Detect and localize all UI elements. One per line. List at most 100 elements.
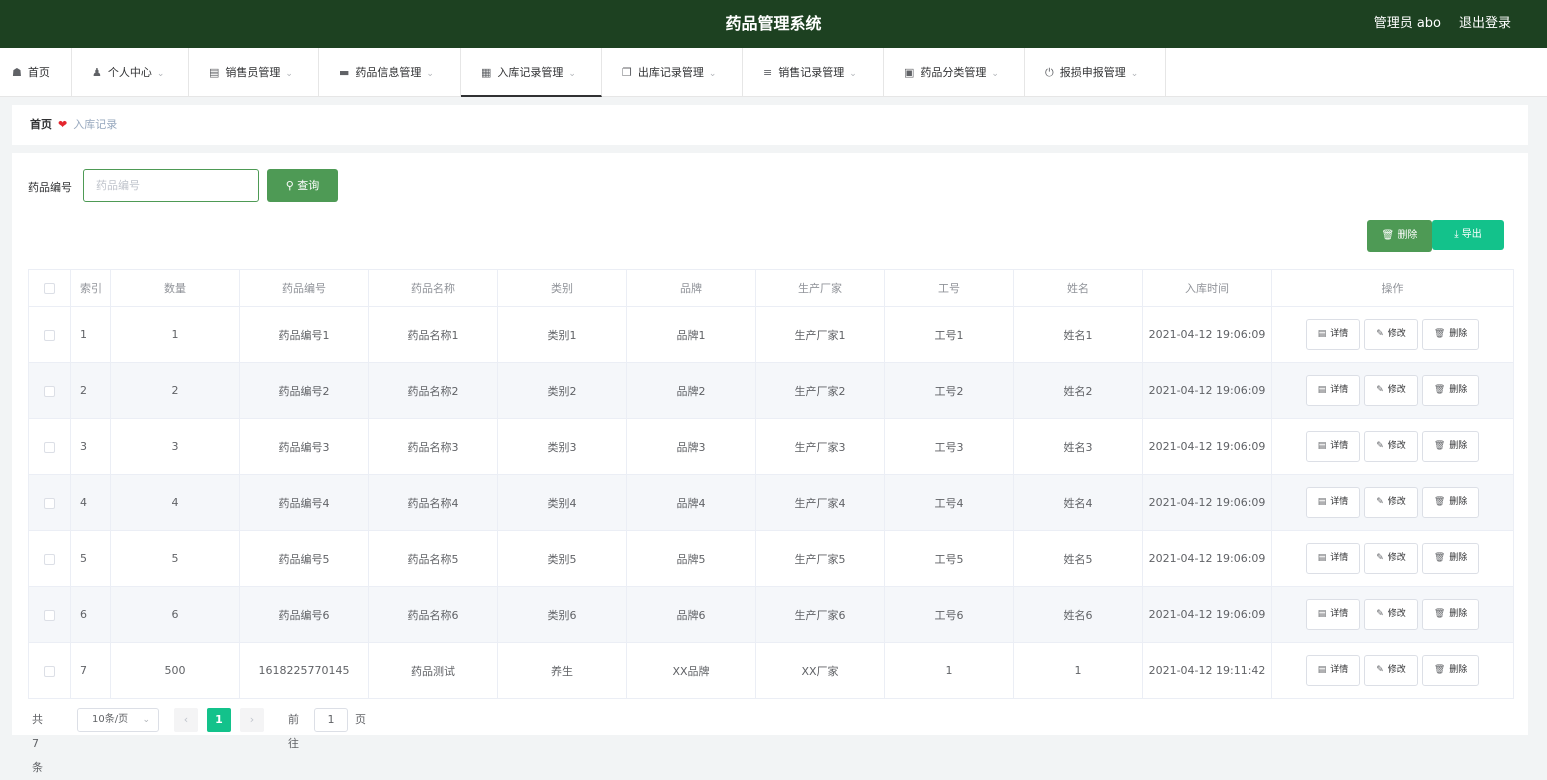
detail-button[interactable]: ▤ 详情 xyxy=(1305,375,1361,406)
user-icon: ♟ xyxy=(92,66,102,79)
table-cell: 姓名2 xyxy=(1013,362,1143,419)
nav-item-stock-out[interactable]: ❐ 出库记录管理 ⌄ xyxy=(602,48,743,97)
detail-button[interactable]: ▤ 详情 xyxy=(1305,487,1361,518)
edit-icon: ✎ xyxy=(1376,329,1384,339)
doc-icon: ▤ xyxy=(1317,385,1327,395)
table-cell: 药品名称4 xyxy=(368,474,498,531)
chevron-down-icon: ⌄ xyxy=(849,69,857,79)
search-input[interactable] xyxy=(83,169,259,202)
delete-button[interactable]: 🗑 删除 xyxy=(1421,655,1480,686)
detail-button[interactable]: ▤ 详情 xyxy=(1305,319,1361,350)
edit-button[interactable]: ✎ 修改 xyxy=(1364,543,1418,574)
pagination-total: 共 7 条 xyxy=(32,713,43,774)
nav-label: 药品分类管理 xyxy=(920,66,987,79)
table-cell: 品牌2 xyxy=(626,362,756,419)
action-label: 详情 xyxy=(1330,609,1349,619)
nav-label: 首页 xyxy=(27,66,50,79)
delete-button[interactable]: 🗑 删除 xyxy=(1421,319,1480,350)
delete-button[interactable]: 🗑 删除 xyxy=(1421,543,1480,574)
chevron-down-icon: ⌄ xyxy=(156,69,165,79)
goto-page-input[interactable]: 1 xyxy=(314,708,348,732)
goto-label: 前往 xyxy=(288,713,299,750)
detail-button[interactable]: ▤ 详情 xyxy=(1305,543,1361,574)
nav-item-stock-in[interactable]: ▦ 入库记录管理 ⌄ xyxy=(461,48,602,97)
table-cell: 药品编号1 xyxy=(239,306,369,363)
page-size-select[interactable]: 10条/页 ⌄ xyxy=(77,708,159,732)
row-checkbox[interactable] xyxy=(28,474,71,531)
delete-button[interactable]: 🗑 删除 xyxy=(1421,487,1480,518)
table-cell: 2021-04-12 19:06:09 xyxy=(1142,306,1272,363)
detail-button[interactable]: ▤ 详情 xyxy=(1305,599,1361,630)
prev-page-button[interactable]: ‹ xyxy=(174,708,198,732)
table-cell: 品牌6 xyxy=(626,586,756,643)
edit-button[interactable]: ✎ 修改 xyxy=(1364,599,1418,630)
table-cell: 1 xyxy=(1013,642,1143,699)
table-cell: 姓名3 xyxy=(1013,418,1143,475)
action-label: 修改 xyxy=(1387,553,1406,563)
row-actions: ▤ 详情 ✎ 修改 🗑 删除 xyxy=(1271,418,1514,475)
delete-button[interactable]: 🗑 删除 xyxy=(1421,431,1480,462)
edit-icon: ✎ xyxy=(1376,553,1384,563)
logout-link[interactable]: 退出登录 xyxy=(1459,0,1511,48)
row-checkbox[interactable] xyxy=(28,586,71,643)
action-label: 删除 xyxy=(1449,329,1468,339)
chevron-down-icon: ⌄ xyxy=(142,715,150,725)
table-cell: 姓名4 xyxy=(1013,474,1143,531)
table-cell: 2021-04-12 19:06:09 xyxy=(1142,362,1272,419)
bulk-delete-button[interactable]: 🗑 删除 xyxy=(1367,220,1432,252)
query-button[interactable]: ⚲ 查询 xyxy=(267,169,338,202)
download-icon: ⤓ xyxy=(1454,229,1459,240)
edit-button[interactable]: ✎ 修改 xyxy=(1364,375,1418,406)
row-checkbox[interactable] xyxy=(28,642,71,699)
detail-button[interactable]: ▤ 详情 xyxy=(1305,655,1361,686)
nav-item-drug-info[interactable]: ▬ 药品信息管理 ⌄ xyxy=(319,48,461,97)
nav-item-sales-records[interactable]: ≡ 销售记录管理 ⌄ xyxy=(743,48,884,97)
nav-item-home[interactable]: ☗ 首页 xyxy=(0,48,72,97)
table-cell: 2021-04-12 19:11:42 xyxy=(1142,642,1272,699)
export-label: 导出 xyxy=(1461,229,1482,240)
breadcrumb-home[interactable]: 首页 xyxy=(30,118,52,131)
action-label: 详情 xyxy=(1330,441,1349,451)
delete-button[interactable]: 🗑 删除 xyxy=(1421,375,1480,406)
table-cell: XX厂家 xyxy=(755,642,885,699)
column-header: 品牌 xyxy=(626,269,756,307)
nav-item-profile[interactable]: ♟ 个人中心 ⌄ xyxy=(72,48,189,97)
action-label: 详情 xyxy=(1330,665,1349,675)
edit-button[interactable]: ✎ 修改 xyxy=(1364,655,1418,686)
clipboard-icon: ▤ xyxy=(209,66,220,79)
nav-item-categories[interactable]: ▣ 药品分类管理 ⌄ xyxy=(884,48,1025,97)
row-checkbox[interactable] xyxy=(28,530,71,587)
column-header: 类别 xyxy=(497,269,627,307)
delete-button[interactable]: 🗑 删除 xyxy=(1421,599,1480,630)
query-button-label: 查询 xyxy=(297,179,320,192)
nav-label: 报损申报管理 xyxy=(1059,66,1126,79)
table-cell: 工号1 xyxy=(884,306,1014,363)
export-button[interactable]: ⤓ 导出 xyxy=(1432,220,1504,250)
next-page-button[interactable]: › xyxy=(240,708,264,732)
nav-item-loss-reports[interactable]: ⏻ 报损申报管理 ⌄ xyxy=(1025,48,1166,97)
row-checkbox[interactable] xyxy=(28,306,71,363)
page-number-button[interactable]: 1 xyxy=(207,708,231,732)
action-label: 详情 xyxy=(1330,385,1349,395)
copy-icon: ❐ xyxy=(622,66,632,79)
table-cell: 类别1 xyxy=(497,306,627,363)
edit-button[interactable]: ✎ 修改 xyxy=(1364,319,1418,350)
detail-button[interactable]: ▤ 详情 xyxy=(1305,431,1361,462)
row-checkbox[interactable] xyxy=(28,362,71,419)
column-header: 操作 xyxy=(1271,269,1514,307)
nav-item-sales-staff[interactable]: ▤ 销售员管理 ⌄ xyxy=(189,48,319,97)
action-label: 删除 xyxy=(1449,665,1468,675)
trash-icon: 🗑 xyxy=(1433,665,1446,675)
grid-icon: ▦ xyxy=(481,66,492,79)
table-cell: 生产厂家4 xyxy=(755,474,885,531)
column-header: 药品编号 xyxy=(239,269,369,307)
row-checkbox[interactable] xyxy=(28,418,71,475)
table-cell: 3 xyxy=(70,418,111,475)
chevron-down-icon: ⌄ xyxy=(1130,69,1139,79)
trash-icon: 🗑 xyxy=(1433,329,1446,339)
edit-button[interactable]: ✎ 修改 xyxy=(1364,431,1418,462)
table-cell: 药品编号6 xyxy=(239,586,369,643)
trash-icon: 🗑 xyxy=(1433,441,1446,451)
select-all-checkbox[interactable] xyxy=(28,269,71,307)
edit-button[interactable]: ✎ 修改 xyxy=(1364,487,1418,518)
